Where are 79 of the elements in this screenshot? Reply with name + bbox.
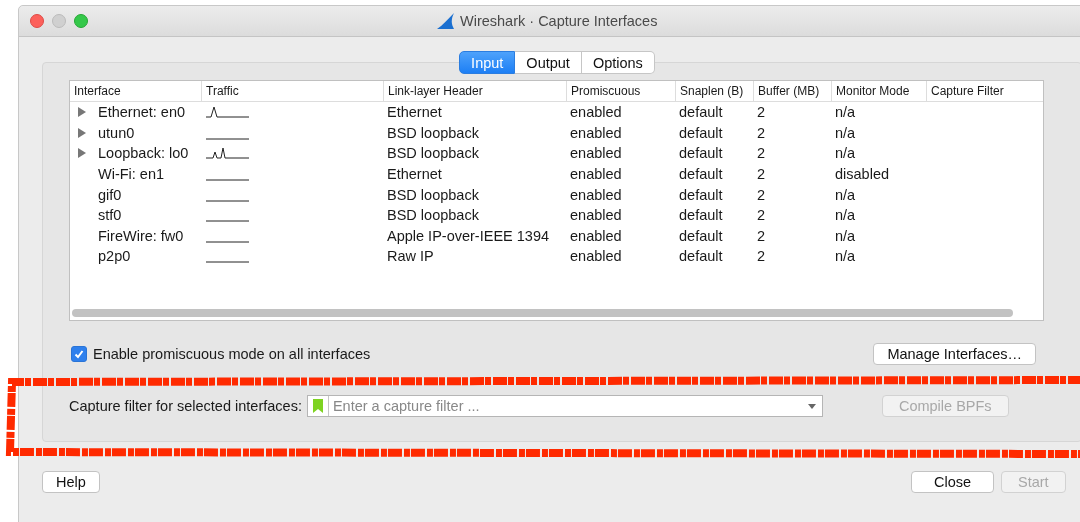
table-cell: 2 [757,227,766,244]
table-cell: BSD loopback [387,145,479,162]
table-row[interactable]: gif0 BSD loopback enabled default 2 n/a [70,184,1043,205]
window-title: Wireshark · Capture Interfaces [460,13,658,29]
table-cell: 2 [757,104,766,121]
caret-icon[interactable] [807,403,816,409]
table-cell: disabled [835,166,889,183]
table-cell: gif0 [98,186,122,203]
checkbox-label: Enable promiscuous mode on all interfaces [93,346,371,362]
expand-arrow-icon[interactable] [78,107,86,118]
shark-fin-icon [437,13,455,29]
table-row[interactable]: stf0 BSD loopback enabled default 2 n/a [70,204,1043,226]
table-cell: Ethernet: en0 [98,104,186,121]
table-cell: default [679,166,723,183]
table-cell: default [679,124,723,141]
table-cell: default [679,248,723,265]
column-header[interactable]: Interface [70,81,201,101]
manage-interfaces-button[interactable]: Manage Interfaces… [873,343,1036,365]
table-row[interactable]: Wi-Fi: en1 Ethernet enabled default 2 disabled [70,163,1043,185]
table-cell: Ethernet [387,104,442,121]
table-cell: BSD loopback [387,124,479,141]
table-cell: enabled [570,124,622,141]
table-cell: Apple IP-over-IEEE 1394 [387,227,549,244]
table-cell: Wi-Fi: en1 [98,166,165,183]
table-cell: default [679,104,723,121]
table-cell: n/a [835,104,856,121]
table-cell: enabled [570,227,622,244]
table-cell: Loopback: lo0 [98,145,189,162]
table-row[interactable]: FireWire: fw0 Apple IP-over-IEEE 1394 enabled default 2 n/a [70,225,1043,247]
table-cell: default [679,227,723,244]
table-cell: 2 [757,124,766,141]
table-cell: Raw IP [387,248,434,265]
table-cell: utun0 [98,124,135,141]
table-cell: Ethernet [387,166,442,183]
table-cell: n/a [835,248,856,265]
table-cell: 2 [757,145,766,162]
table-cell: enabled [570,248,622,265]
tab[interactable]: Output [515,51,582,74]
column-header[interactable]: Promiscuous [566,81,675,101]
dialog-button[interactable]: Close [911,471,995,493]
field-label: Capture filter for selected interfaces: [69,398,302,414]
tab[interactable]: Options [581,51,655,74]
table-cell: default [679,145,723,162]
table-cell: n/a [835,227,856,244]
capture-filter-input[interactable]: Enter a capture filter ... [328,398,808,414]
table-cell: stf0 [98,207,122,224]
table-cell: enabled [570,104,622,121]
close-window-icon[interactable] [30,14,44,28]
dialog-button[interactable]: Help [42,471,100,493]
table-cell: 2 [757,248,766,265]
table-cell: n/a [835,186,856,203]
table-cell: enabled [570,166,622,183]
column-header[interactable]: Link-layer Header [383,81,566,101]
table-row[interactable]: p2p0 Raw IP enabled default 2 n/a [70,246,1043,267]
expand-arrow-icon[interactable] [78,127,86,138]
column-header[interactable]: Monitor Mode [831,81,926,101]
table-cell: p2p0 [98,248,131,265]
table-cell: default [679,186,723,203]
column-header[interactable]: Traffic [201,81,383,101]
expand-arrow-icon[interactable] [78,148,86,159]
table-cell: 2 [757,207,766,224]
column-header[interactable]: Snaplen (B) [675,81,753,101]
table-cell: enabled [570,186,622,203]
table-cell: default [679,207,723,224]
column-header[interactable]: Capture Filter [926,81,1041,101]
checkbox[interactable] [71,346,87,362]
table-cell: 2 [757,186,766,203]
table-cell: enabled [570,207,622,224]
table-cell: BSD loopback [387,186,479,203]
table-cell: 2 [757,166,766,183]
zoom-window-icon[interactable] [74,14,88,28]
table-cell: n/a [835,207,856,224]
table-cell: n/a [835,124,856,141]
table-cell: enabled [570,145,622,162]
capture-filter-combobox[interactable]: Enter a capture filter ... [306,395,823,417]
table-cell: BSD loopback [387,207,479,224]
table-cell: n/a [835,145,856,162]
table-cell: FireWire: fw0 [98,227,184,244]
column-header[interactable]: Buffer (MB) [753,81,831,101]
